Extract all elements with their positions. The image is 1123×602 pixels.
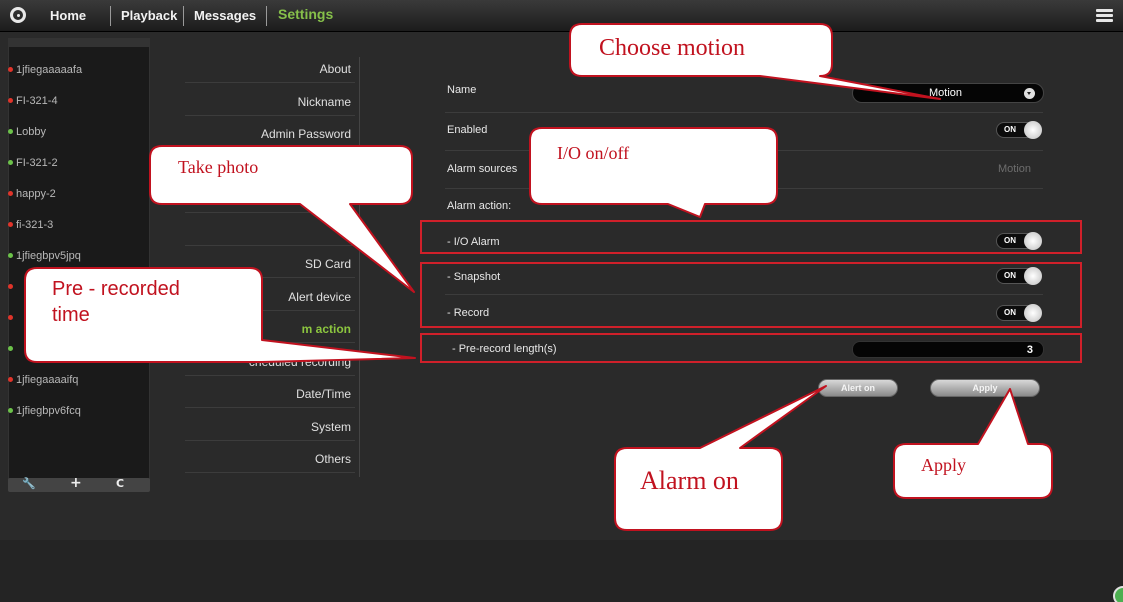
callout-io-onoff-text: I/O on/off [557, 143, 630, 163]
callout-take-photo-text: Take photo [178, 157, 259, 177]
callout-prerecorded-text-line2: time [52, 304, 90, 326]
callout-alarm-on-bubble [614, 385, 827, 531]
callout-alarm-on-text: Alarm on [640, 466, 739, 495]
annotation-callouts [24, 23, 1053, 531]
callout-io-onoff-bubble [529, 127, 778, 218]
callout-choose-motion-text: Choose motion [599, 35, 746, 61]
app-window: Home Playback Messages Settings 1jfiegaa… [0, 0, 1123, 602]
callout-prerecorded-text-line1: Pre - recorded [52, 278, 180, 300]
callout-apply-bubble [893, 388, 1053, 499]
callout-apply-text: Apply [921, 455, 966, 475]
